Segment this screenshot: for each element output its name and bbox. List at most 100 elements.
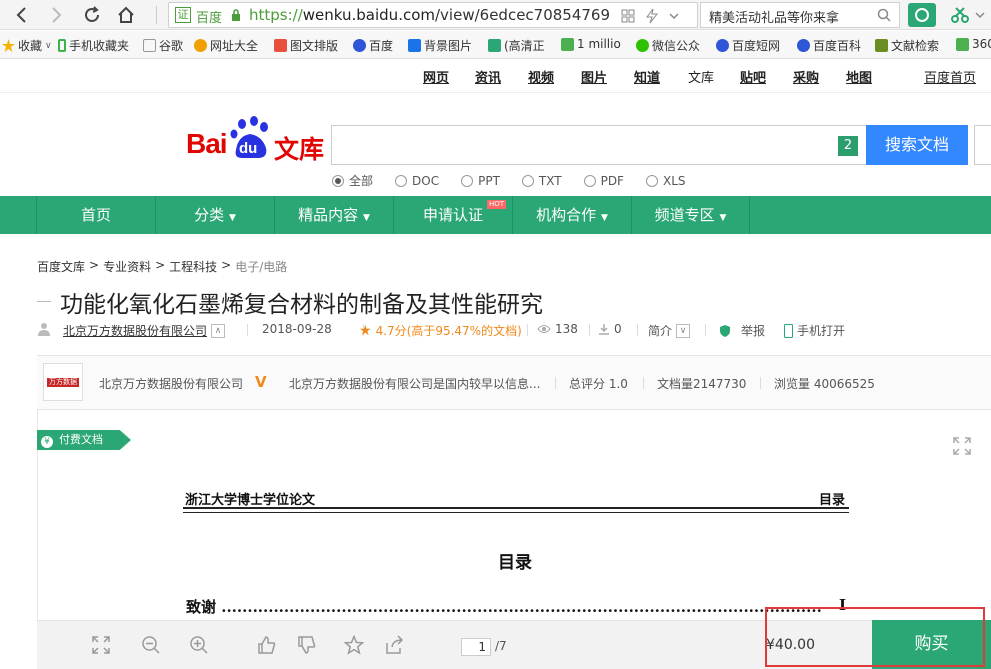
nav-label: 精品内容: [298, 206, 359, 224]
grid-icon[interactable]: [621, 9, 635, 23]
toplink-zhidao[interactable]: 知道: [634, 67, 660, 86]
crumb-professional[interactable]: 专业资料: [103, 258, 151, 275]
browser-toolbar: 证 百度 https://wenku.baidu.com/view/6edcec…: [0, 0, 991, 30]
nav-category[interactable]: 分类 ▼: [155, 196, 274, 234]
favorite-button[interactable]: [342, 633, 366, 657]
bookmark-item[interactable]: (高清正: [488, 37, 545, 54]
toplink-web[interactable]: 网页: [423, 67, 449, 86]
search-docs-button[interactable]: 搜索文档: [866, 125, 968, 165]
forward-button[interactable]: [44, 3, 68, 27]
bookmark-label: 谷歌: [159, 39, 184, 53]
nav-partner[interactable]: 机构合作 ▼: [512, 196, 631, 234]
baidu-paw-icon: [353, 39, 366, 52]
intro-toggle[interactable]: 简介 ∨: [648, 322, 691, 339]
chevron-up-icon[interactable]: ∧: [211, 323, 226, 338]
certificate-badge[interactable]: 证: [175, 7, 191, 23]
reload-button[interactable]: [80, 3, 104, 27]
filter-ppt[interactable]: PPT: [461, 172, 500, 189]
nav-channel[interactable]: 频道专区 ▼: [631, 196, 750, 234]
browser-search-box[interactable]: 精美活动礼品等你来拿: [700, 2, 900, 28]
author[interactable]: 北京万方数据股份有限公司 ∧: [63, 322, 226, 339]
toplink-video[interactable]: 视频: [528, 67, 554, 86]
crumb-electronics[interactable]: 电子/电路: [235, 258, 287, 275]
zoom-in-button[interactable]: [187, 633, 211, 657]
like-button[interactable]: [255, 633, 279, 657]
filter-doc[interactable]: DOC: [395, 172, 439, 189]
lightning-icon[interactable]: [645, 8, 659, 24]
home-button[interactable]: [114, 3, 138, 27]
views-text: 138: [555, 322, 578, 336]
doc-search-input[interactable]: 2: [331, 125, 867, 165]
filter-all[interactable]: 全部: [332, 172, 373, 189]
radio-checked[interactable]: [332, 174, 344, 187]
zoom-out-button[interactable]: [139, 633, 163, 657]
search-extra-button[interactable]: [974, 125, 991, 165]
bookmark-item[interactable]: 文献检索: [875, 37, 939, 54]
share-button[interactable]: [383, 633, 407, 657]
bookmark-item[interactable]: 百度百科: [797, 37, 861, 54]
search-icon[interactable]: [877, 8, 891, 22]
document-title: 功能化氧化石墨烯复合材料的制备及其性能研究: [60, 292, 543, 318]
bookmark-item[interactable]: 1 millio: [561, 37, 621, 51]
page-number-input[interactable]: 1: [461, 638, 491, 656]
radio[interactable]: [645, 174, 658, 187]
bookmark-label: 百度短网: [732, 39, 781, 53]
toplink-images[interactable]: 图片: [581, 67, 607, 86]
bookmark-item[interactable]: 谷歌: [143, 37, 183, 54]
filter-label: TXT: [538, 173, 562, 188]
publisher-doc-count: 文档量2147730: [657, 377, 747, 391]
nav-certify[interactable]: 申请认证 HOT: [393, 196, 512, 234]
nav-home[interactable]: 首页: [36, 196, 155, 234]
publisher-name[interactable]: 北京万方数据股份有限公司: [99, 375, 243, 392]
filter-label: 全部: [349, 174, 374, 188]
toplink-caigou[interactable]: 采购: [793, 67, 819, 86]
address-bar[interactable]: 证 百度 https://wenku.baidu.com/view/6edcec…: [168, 2, 698, 28]
publisher-logo[interactable]: 万方数据: [43, 363, 83, 401]
toplink-baidu-home[interactable]: 百度首页: [924, 67, 976, 86]
mobile-open-link[interactable]: 手机打开: [784, 322, 845, 339]
divider: [643, 377, 644, 389]
radio[interactable]: [395, 174, 408, 187]
author-name: 北京万方数据股份有限公司: [63, 324, 208, 338]
chevron-down-icon[interactable]: [669, 12, 679, 20]
bookmark-favorites[interactable]: 收藏 ∨: [2, 37, 52, 54]
filter-pdf[interactable]: PDF: [583, 172, 624, 189]
radio[interactable]: [461, 174, 474, 187]
filter-label: PDF: [600, 173, 624, 188]
filter-txt[interactable]: TXT: [521, 172, 562, 189]
report-link[interactable]: 举报: [719, 322, 765, 339]
bookmark-item[interactable]: 网址大全: [194, 37, 258, 54]
title-decoration: [37, 301, 51, 302]
mobile-icon: [58, 39, 66, 52]
bookmark-label: 360: [972, 37, 991, 51]
crumb-engineering[interactable]: 工程科技: [169, 258, 217, 275]
toplink-wenku[interactable]: 文库: [688, 67, 714, 86]
radio[interactable]: [521, 174, 534, 187]
extension-button[interactable]: [908, 3, 936, 27]
toplink-news[interactable]: 资讯: [475, 67, 501, 86]
radio[interactable]: [583, 174, 596, 187]
expand-button[interactable]: [89, 633, 113, 657]
bookmark-item[interactable]: 手机收藏夹: [58, 37, 129, 54]
dislike-button[interactable]: [295, 633, 319, 657]
bookmark-item[interactable]: 图文排版: [274, 37, 338, 54]
search-hint-text: 精美活动礼品等你来拿: [709, 11, 840, 26]
toplink-tieba[interactable]: 贴吧: [740, 67, 766, 86]
back-button[interactable]: [10, 3, 34, 27]
bookmark-item[interactable]: 微信公众: [636, 37, 700, 54]
nav-premium[interactable]: 精品内容 ▼: [274, 196, 393, 234]
bookmarks-bar: 收藏 ∨ 手机收藏夹 谷歌 网址大全 图文排版 百度 背景图片 (高清正 1 mi…: [0, 31, 991, 59]
toc-leader-dots: ........................................…: [216, 598, 822, 616]
chevron-down-icon[interactable]: [975, 11, 985, 19]
divider: [527, 324, 528, 336]
filter-xls[interactable]: XLS: [645, 172, 686, 189]
bookmark-item[interactable]: 背景图片: [408, 37, 472, 54]
bookmark-item[interactable]: 360: [956, 37, 991, 51]
fullscreen-icon[interactable]: [952, 436, 972, 456]
toplink-map[interactable]: 地图: [846, 67, 872, 86]
paid-tag-label: 付费文档: [59, 433, 103, 446]
bookmark-item[interactable]: 百度: [353, 37, 393, 54]
crumb-wenku[interactable]: 百度文库: [37, 258, 85, 275]
bookmark-item[interactable]: 百度短网: [716, 37, 780, 54]
scissors-icon[interactable]: [950, 6, 970, 24]
